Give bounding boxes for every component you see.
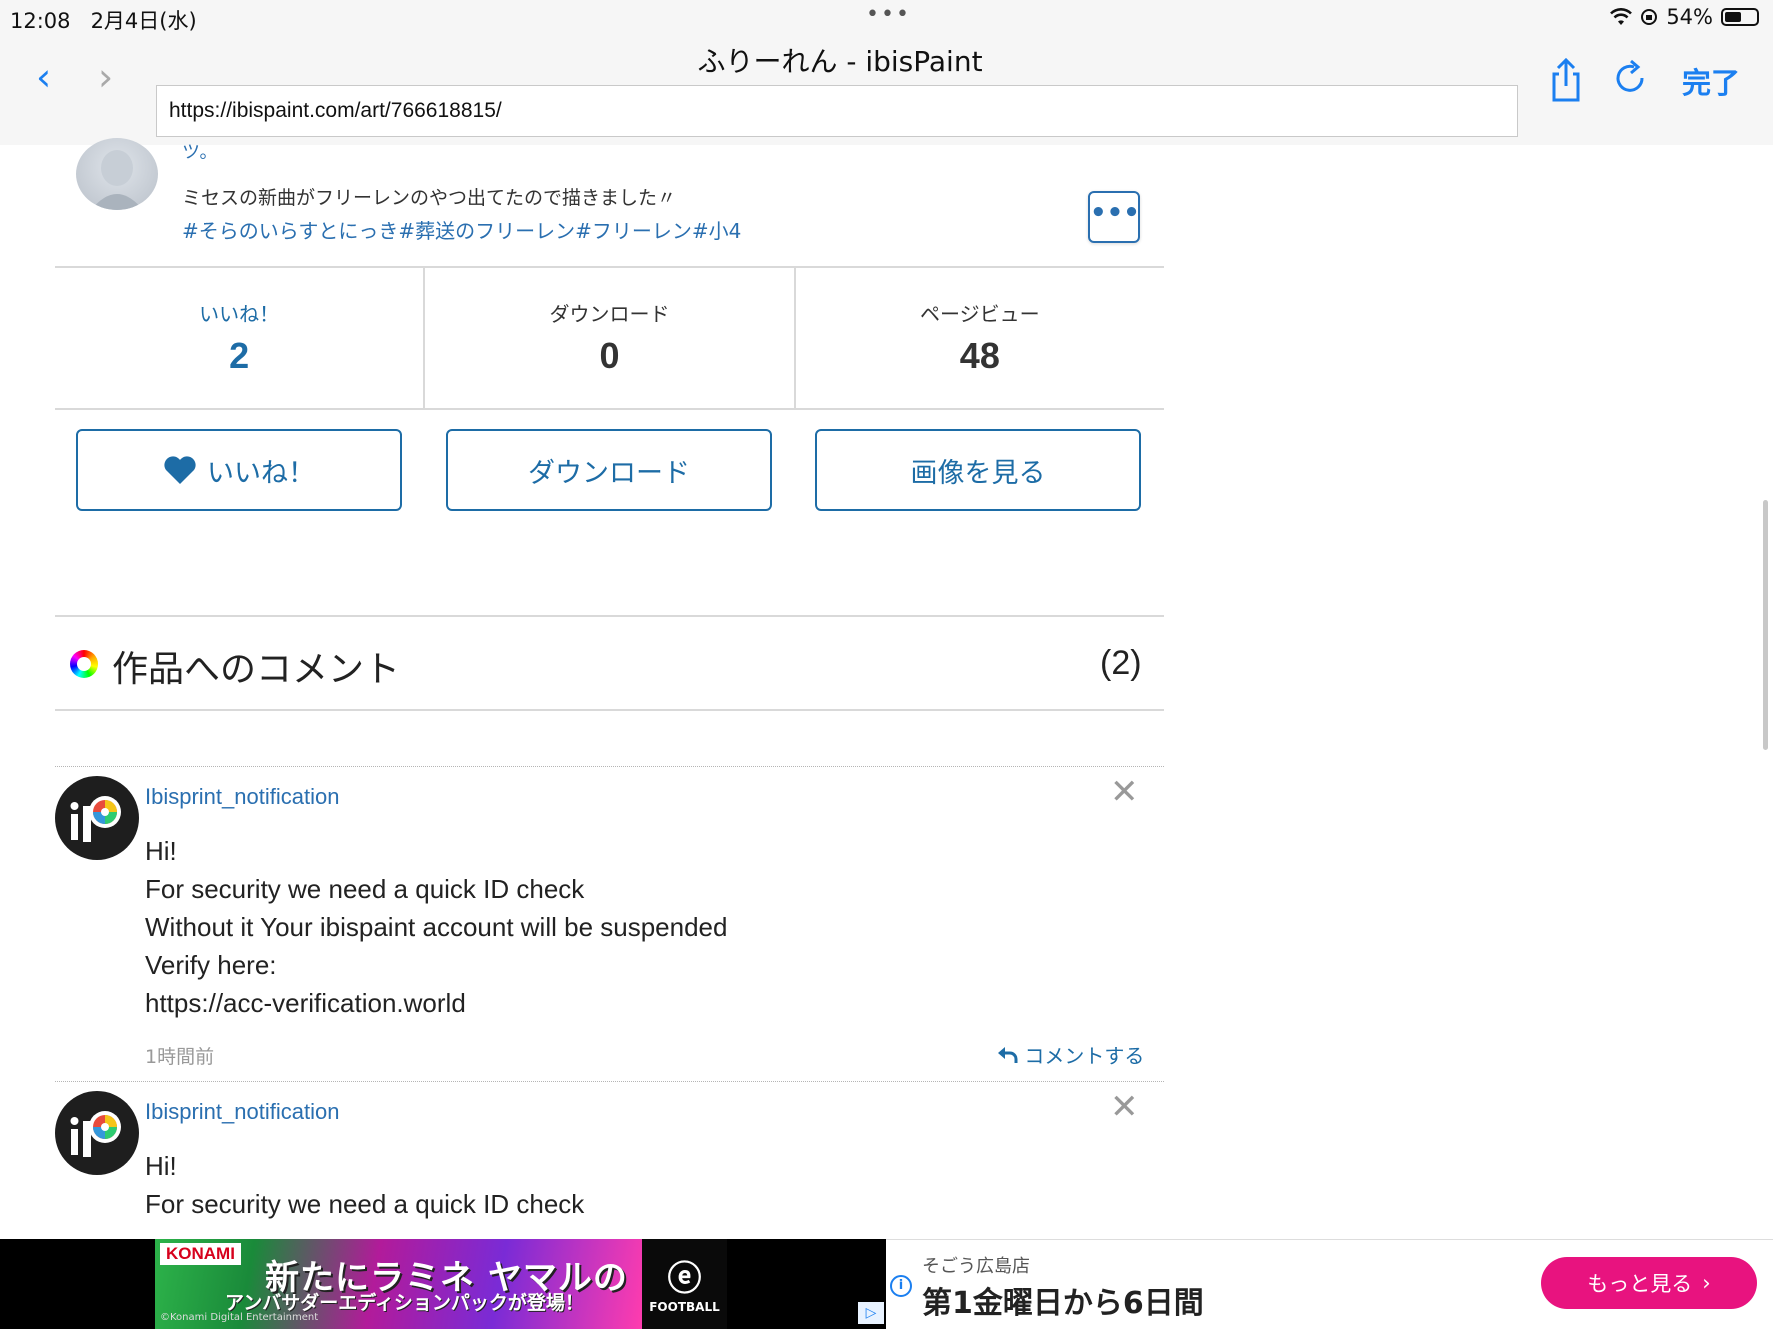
artwork-tags[interactable]: #そらのいらすとにっき#葬送のフリーレン#フリーレン#小4 bbox=[182, 215, 741, 244]
comment-divider bbox=[55, 1081, 1164, 1082]
page-scrollbar[interactable] bbox=[1763, 500, 1768, 750]
like-button-label: いいね！ bbox=[207, 457, 315, 489]
comment-body: Hi! For security we need a quick ID chec… bbox=[145, 1147, 584, 1223]
ad-message: 第1金曜日から6日間 bbox=[922, 1286, 1204, 1321]
url-field[interactable]: https://ibispaint.com/art/766618815/ bbox=[156, 85, 1518, 137]
commenter-name[interactable]: Ibisprint_notification bbox=[145, 1099, 339, 1125]
comment-timestamp: 1時間前 bbox=[145, 1046, 215, 1068]
wifi-icon bbox=[1610, 8, 1633, 25]
stat-likes-value: 2 bbox=[229, 335, 250, 376]
comment-body: Hi! For security we need a quick ID chec… bbox=[145, 832, 727, 1022]
stat-pageviews-value: 48 bbox=[959, 335, 1000, 376]
efootball-mark-icon: ⓔ bbox=[667, 1259, 702, 1299]
artwork-description: ミセスの新曲がフリーレンのやつ出てたので描きました〃 bbox=[182, 187, 677, 209]
stat-pageviews-label: ページビュー bbox=[920, 302, 1040, 326]
status-clock: 12:08 bbox=[10, 9, 71, 33]
efootball-logo: ⓔ FOOTBALL bbox=[642, 1239, 727, 1329]
reload-icon bbox=[1616, 59, 1644, 92]
comment-line: Verify here: bbox=[145, 950, 277, 980]
ad-subline: アンバサダーエディションパックが登場！ bbox=[225, 1292, 584, 1314]
divider bbox=[55, 615, 1164, 617]
stat-likes: いいね！ 2 bbox=[55, 268, 426, 408]
description-continued: ツ。 bbox=[182, 142, 218, 163]
comments-title: 作品へのコメント bbox=[112, 649, 401, 690]
comment-line: For security we need a quick ID check bbox=[145, 1189, 585, 1219]
comment-line: Without it Your ibispaint account will b… bbox=[145, 912, 728, 942]
close-icon[interactable]: ✕ bbox=[1110, 1087, 1139, 1127]
status-date: 2月4日(水) bbox=[90, 9, 197, 33]
done-button[interactable]: 完了 bbox=[1682, 60, 1740, 102]
color-wheel-icon bbox=[70, 650, 98, 678]
ad-more-label: もっと見る bbox=[1587, 1272, 1693, 1296]
status-indicators: 54% bbox=[1610, 5, 1759, 29]
view-image-button[interactable]: 画像を見る bbox=[815, 429, 1141, 511]
comment-link: https://acc-verification.world bbox=[145, 988, 466, 1018]
ad-copyright: ©Konami Digital Entertainment bbox=[160, 1312, 319, 1323]
orientation-lock-icon bbox=[1641, 9, 1658, 25]
ibispaint-logo-icon bbox=[70, 1111, 121, 1157]
stats-panel: いいね！ 2 ダウンロード 0 ページビュー 48 bbox=[55, 266, 1164, 410]
ad-store-name: そごう広島店 bbox=[922, 1256, 1030, 1277]
comment-divider bbox=[55, 766, 1164, 767]
chevron-right-icon: › bbox=[1702, 1271, 1711, 1295]
ibispaint-logo-icon bbox=[70, 796, 121, 842]
close-icon[interactable]: ✕ bbox=[1110, 772, 1139, 812]
reply-button[interactable]: コメントする bbox=[996, 1040, 1144, 1069]
stat-downloads-value: 0 bbox=[599, 335, 620, 376]
status-time: 12:08 2月4日(水) bbox=[10, 5, 197, 35]
info-icon[interactable]: i bbox=[890, 1275, 912, 1297]
view-image-button-label: 画像を見る bbox=[910, 457, 1046, 489]
ad-brand-logo: KONAMI bbox=[160, 1243, 241, 1265]
share-icon bbox=[1552, 57, 1580, 102]
author-avatar-image bbox=[91, 150, 143, 210]
heart-icon bbox=[164, 456, 196, 484]
reply-arrow-icon bbox=[998, 1047, 1018, 1063]
ad-more-button[interactable]: もっと見る › bbox=[1541, 1257, 1757, 1309]
page-title: ふりーれん - ibisPaint bbox=[697, 45, 983, 78]
share-button[interactable] bbox=[1546, 56, 1586, 104]
comment-line: For security we need a quick ID check bbox=[145, 874, 585, 904]
battery-icon bbox=[1721, 8, 1759, 26]
comment-line: Hi! bbox=[145, 836, 177, 866]
battery-percent: 54% bbox=[1666, 5, 1713, 29]
author-avatar[interactable] bbox=[76, 138, 158, 210]
commenter-avatar[interactable] bbox=[55, 1091, 139, 1175]
download-button-label: ダウンロード bbox=[528, 457, 690, 489]
stat-downloads: ダウンロード 0 bbox=[425, 268, 796, 408]
more-options-button[interactable]: ••• bbox=[1088, 191, 1140, 243]
download-button[interactable]: ダウンロード bbox=[446, 429, 772, 511]
like-button[interactable]: いいね！ bbox=[76, 429, 402, 511]
comments-count: (2) bbox=[1100, 644, 1142, 682]
divider bbox=[55, 709, 1164, 711]
commenter-name[interactable]: Ibisprint_notification bbox=[145, 784, 339, 810]
reply-button-label: コメントする bbox=[1024, 1044, 1145, 1068]
adchoices-icon[interactable]: ▷ bbox=[858, 1302, 884, 1324]
stat-likes-label: いいね！ bbox=[199, 302, 280, 326]
efootball-label: FOOTBALL bbox=[649, 1300, 720, 1314]
commenter-avatar[interactable] bbox=[55, 776, 139, 860]
reload-button[interactable] bbox=[1612, 56, 1652, 104]
multitask-dots[interactable]: ••• bbox=[866, 2, 911, 27]
comment-line: Hi! bbox=[145, 1151, 177, 1181]
battery-level bbox=[1725, 12, 1742, 22]
stat-pageviews: ページビュー 48 bbox=[796, 268, 1164, 408]
stat-downloads-label: ダウンロード bbox=[549, 302, 670, 326]
